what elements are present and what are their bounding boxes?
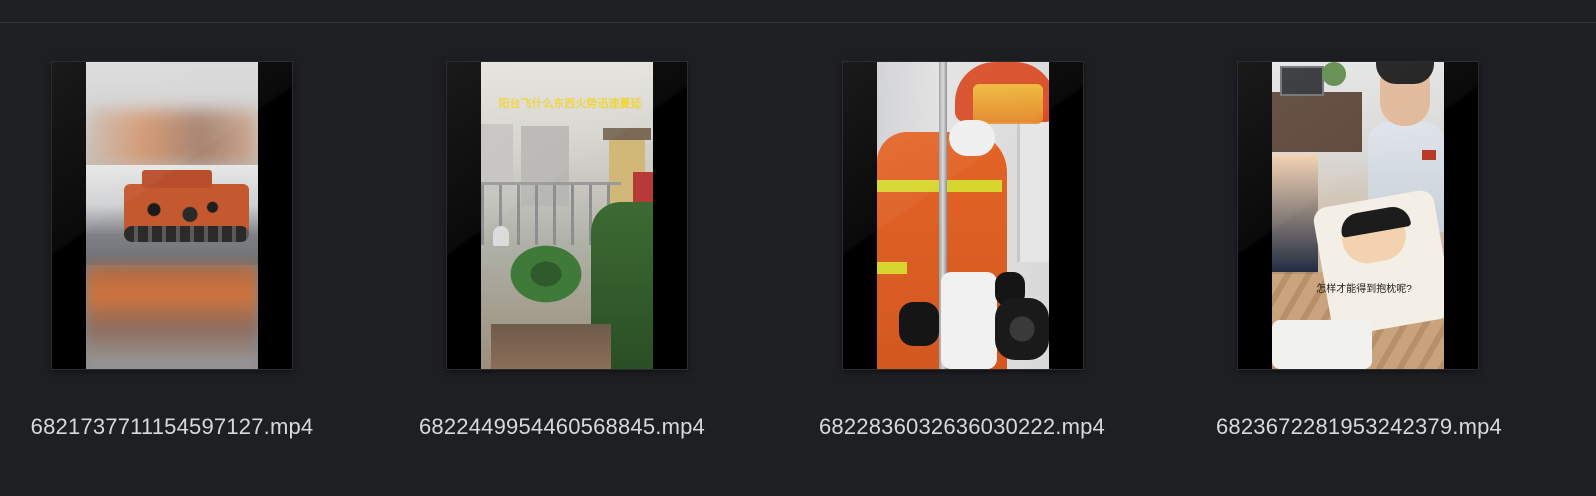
- video-thumbnail-icon[interactable]: 阳台飞什么东西火势迅速蔓延: [447, 62, 687, 369]
- video-frame: [877, 62, 1049, 369]
- video-frame: [86, 62, 258, 369]
- video-thumbnail-icon[interactable]: [843, 62, 1083, 369]
- film-border-right: [258, 62, 292, 369]
- file-name-label[interactable]: 6822836032636030222.mp4: [782, 414, 1142, 440]
- video-caption: 阳台飞什么东西火势迅速蔓延: [498, 98, 642, 110]
- film-border-left: [843, 62, 877, 369]
- file-name-label[interactable]: 6823672281953242379.mp4: [1179, 414, 1539, 440]
- film-border-right: [653, 62, 687, 369]
- film-border-right: [1049, 62, 1083, 369]
- film-border-right: [1444, 62, 1478, 369]
- file-grid: 6821737711154597127.mp4 阳台飞什么东西火势迅速蔓延 68…: [0, 0, 1596, 496]
- film-border-left: [1238, 62, 1272, 369]
- video-frame: 怎样才能得到抱枕呢?: [1272, 62, 1444, 369]
- file-item[interactable]: 6822836032636030222.mp4: [790, 0, 1150, 496]
- video-caption: 怎样才能得到抱枕呢?: [1316, 284, 1412, 295]
- finder-window: 6821737711154597127.mp4 阳台飞什么东西火势迅速蔓延 68…: [0, 0, 1596, 496]
- cutting-tool-image: [995, 298, 1049, 360]
- film-border-left: [447, 62, 481, 369]
- file-item[interactable]: 阳台飞什么东西火势迅速蔓延 6822449954460568845.mp4: [395, 0, 755, 496]
- video-thumbnail-icon[interactable]: [52, 62, 292, 369]
- file-item[interactable]: 怎样才能得到抱枕呢? 6823672281953242379.mp4: [1186, 0, 1546, 496]
- file-name-label[interactable]: 6821737711154597127.mp4: [0, 414, 352, 440]
- video-thumbnail-icon[interactable]: 怎样才能得到抱枕呢?: [1238, 62, 1478, 369]
- film-border-left: [52, 62, 86, 369]
- file-item[interactable]: 6821737711154597127.mp4: [0, 0, 360, 496]
- video-frame: 阳台飞什么东西火势迅速蔓延: [481, 62, 653, 369]
- file-name-label[interactable]: 6822449954460568845.mp4: [382, 414, 742, 440]
